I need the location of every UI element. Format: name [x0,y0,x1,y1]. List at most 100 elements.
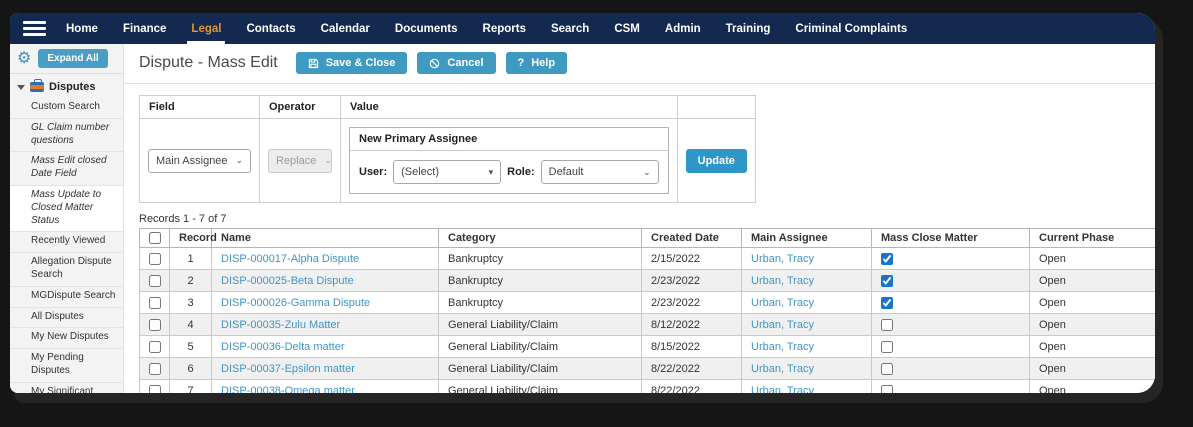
table-row: 7 DISP-00038-Omega matter General Liabilit… [139,379,1155,393]
field-select[interactable]: Main Assignee ⌄ [148,148,251,173]
sidebar-item-mass-update-to-closed-matter-status[interactable]: Mass Update to Closed Matter Status [10,185,123,233]
column-header-record: Record [169,227,217,249]
save-close-button[interactable]: Save & Close [295,52,408,74]
row-select-checkbox[interactable] [149,384,161,393]
save-icon [308,58,318,68]
column-header-name: Name [211,227,439,249]
gear-icon[interactable]: ⚙ [17,50,31,67]
main-content: Dispute - Mass Edit Save & Close Cancel [124,44,1155,393]
nav-item-training[interactable]: Training [726,13,771,44]
sidebar-items: Custom Search GL Claim number questions Ma… [10,98,123,393]
row-select-checkbox[interactable] [149,296,161,309]
role-select[interactable]: Default ⌄ [540,160,659,184]
current-phase-cell: Open [1029,313,1155,337]
sidebar-item-disputes-root[interactable]: Disputes [10,74,123,98]
row-select-cell [139,269,170,293]
dispute-link[interactable]: DISP-00035-Zulu Matter [221,319,340,331]
dispute-link[interactable]: DISP-000017-Alpha Dispute [221,253,359,265]
mass-close-cell [871,269,1030,293]
help-button[interactable]: ? Help [505,52,568,74]
mass-close-checkbox[interactable] [881,274,893,287]
nav-item-calendar[interactable]: Calendar [321,13,370,44]
nav-item-finance[interactable]: Finance [123,13,166,44]
category-cell: General Liability/Claim [438,335,642,359]
mass-close-cell [871,379,1030,393]
nav-item-documents[interactable]: Documents [395,13,458,44]
dispute-link[interactable]: DISP-00038-Omega matter [221,385,355,393]
disputes-root-label: Disputes [49,81,96,93]
mass-close-checkbox[interactable] [881,252,893,265]
assignee-link[interactable]: Urban, Tracy [751,275,814,287]
column-header-category: Category [438,227,642,249]
mass-close-checkbox[interactable] [881,340,893,353]
update-button[interactable]: Update [685,148,747,173]
table-row: 5 DISP-00036-Delta matter General Liabilit… [139,335,1155,359]
expand-all-button[interactable]: Expand All [38,49,108,68]
dispute-link[interactable]: DISP-000025-Beta Dispute [221,275,354,287]
select-all-checkbox[interactable] [149,232,161,245]
created-date-cell: 2/23/2022 [641,291,742,315]
sidebar-item-my-new-disputes[interactable]: My New Disputes [10,328,123,350]
mass-close-cell [871,313,1030,337]
mass-close-checkbox[interactable] [881,362,893,375]
operator-select[interactable]: Replace ⌄ [268,148,332,173]
hamburger-menu-icon[interactable] [23,18,46,39]
assignee-link[interactable]: Urban, Tracy [751,297,814,309]
sidebar-item-recently-viewed[interactable]: Recently Viewed [10,232,123,254]
dispute-link[interactable]: DISP-000026-Gamma Dispute [221,297,370,309]
sidebar-item-gl-claim-number-questions[interactable]: GL Claim number questions [10,119,123,153]
column-header-current-phase: Current Phase [1029,227,1155,249]
user-select[interactable]: (Select) ▾ [393,160,502,184]
chevron-down-icon: ⌄ [324,155,332,165]
nav-item-admin[interactable]: Admin [665,13,701,44]
cancel-label: Cancel [447,57,484,69]
desktop: { "nav": { "active": "Legal", "items": [… [0,0,1193,427]
created-date-cell: 8/22/2022 [641,357,742,381]
current-phase-cell: Open [1029,247,1155,271]
row-select-checkbox[interactable] [149,274,161,287]
dispute-link[interactable]: DISP-00037-Epsilon matter [221,363,355,375]
category-cell: General Liability/Claim [438,313,642,337]
sidebar-item-my-pending-disputes[interactable]: My Pending Disputes [10,349,123,383]
row-select-checkbox[interactable] [149,252,161,265]
name-cell: DISP-000025-Beta Dispute [211,269,439,293]
cancel-button[interactable]: Cancel [417,52,496,74]
record-number-cell: 6 [169,357,212,381]
assignee-link[interactable]: Urban, Tracy [751,363,814,375]
sidebar-item-custom-search[interactable]: Custom Search [10,98,123,119]
records-table: Record Name Category Created Date Main Assig… [139,227,1155,393]
dispute-link[interactable]: DISP-00036-Delta matter [221,341,345,353]
chevron-down-icon[interactable] [17,84,25,90]
assignee-link[interactable]: Urban, Tracy [751,341,814,353]
assignee-link[interactable]: Urban, Tracy [751,253,814,265]
nav-item-reports[interactable]: Reports [483,13,526,44]
nav-item-legal[interactable]: Legal [187,13,226,44]
mass-edit-form: Field Operator Value Main Assignee ⌄ Rep… [139,95,1155,203]
nav-item-contacts[interactable]: Contacts [246,13,295,44]
nav-item-search[interactable]: Search [551,13,589,44]
main-assignee-cell: Urban, Tracy [741,313,872,337]
category-cell: General Liability/Claim [438,357,642,381]
sidebar-item-mass-edit-closed-date-field[interactable]: Mass Edit closed Date Field [10,152,123,186]
sidebar-item-my-significant-disputes[interactable]: My Significant Disputes [10,383,123,393]
row-select-checkbox[interactable] [149,340,161,353]
mass-close-checkbox[interactable] [881,318,893,331]
sidebar-item-allegation-dispute-search[interactable]: Allegation Dispute Search [10,253,123,287]
record-number-cell: 5 [169,335,212,359]
nav-item-criminal-complaints[interactable]: Criminal Complaints [795,13,907,44]
sidebar-item-all-disputes[interactable]: All Disputes [10,308,123,329]
row-select-checkbox[interactable] [149,362,161,375]
assignee-link[interactable]: Urban, Tracy [751,319,814,331]
row-select-checkbox[interactable] [149,318,161,331]
name-cell: DISP-00038-Omega matter [211,379,439,393]
created-date-cell: 2/23/2022 [641,269,742,293]
mass-close-checkbox[interactable] [881,384,893,393]
nav-item-csm[interactable]: CSM [614,13,640,44]
assignee-link[interactable]: Urban, Tracy [751,385,814,393]
app-window: Home Finance Legal Contacts Calendar Document… [10,13,1155,393]
table-row: 3 DISP-000026-Gamma Dispute Bankruptcy 2/23… [139,291,1155,315]
table-row: 6 DISP-00037-Epsilon matter General Liabil… [139,357,1155,381]
nav-item-home[interactable]: Home [66,13,98,44]
sidebar-item-mgdispute-search[interactable]: MGDispute Search [10,287,123,308]
mass-close-checkbox[interactable] [881,296,893,309]
